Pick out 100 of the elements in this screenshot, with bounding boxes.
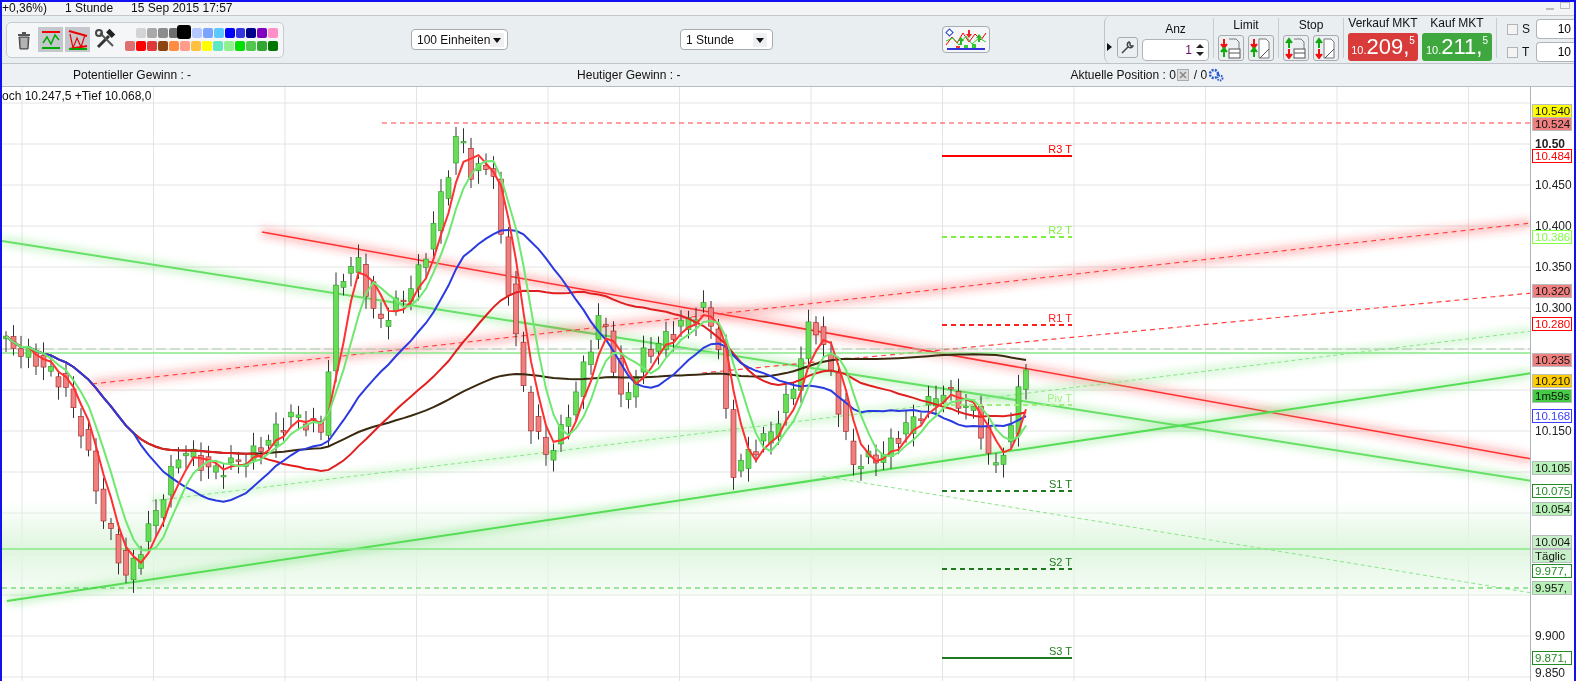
- price-tag: 9.957,: [1532, 581, 1572, 595]
- checkbox[interactable]: [1507, 23, 1518, 35]
- title-text: 15 Sep 2015 17:57: [131, 2, 233, 15]
- price-tag: 9.871,: [1532, 651, 1572, 665]
- dropdown[interactable]: 100 Einheiten: [411, 29, 508, 50]
- axis-label: 10.150: [1535, 425, 1572, 437]
- dropdown[interactable]: 1 Stunde: [680, 29, 773, 50]
- axis-label: 10.350: [1535, 261, 1572, 273]
- limit-order-icon: [1250, 37, 1272, 59]
- color-swatch[interactable]: [246, 40, 256, 51]
- dropdown-value: 100 Einheiten: [417, 32, 491, 47]
- daily-profit-text: Heutiger Gewinn : -: [577, 68, 681, 82]
- stop-button[interactable]: [1313, 35, 1339, 61]
- pivot-label: S3 T: [1048, 645, 1072, 657]
- color-swatch[interactable]: [192, 27, 202, 38]
- expand-arrow-icon[interactable]: [1107, 42, 1113, 52]
- limit-button[interactable]: [1248, 35, 1274, 61]
- price-tag: 10.054: [1532, 502, 1572, 516]
- color-swatch[interactable]: [136, 40, 146, 51]
- quantity-field[interactable]: 1: [1142, 39, 1209, 61]
- limit-order-icon: [1220, 37, 1242, 59]
- price-tag: 10.524: [1532, 117, 1572, 131]
- axis-label: 9.900: [1535, 630, 1566, 642]
- price-tag: 10.004: [1532, 535, 1572, 549]
- price-tag: 10.168: [1532, 409, 1572, 423]
- color-swatch[interactable]: [203, 27, 213, 38]
- color-swatch[interactable]: [224, 27, 235, 38]
- price-tag: 10.105: [1532, 461, 1572, 475]
- price-tag: 10.386: [1532, 230, 1572, 244]
- color-swatch[interactable]: [268, 40, 278, 51]
- input-field[interactable]: 10: [1536, 42, 1574, 62]
- color-swatch[interactable]: [125, 40, 135, 51]
- color-swatch[interactable]: [257, 40, 267, 51]
- color-swatch[interactable]: [157, 27, 168, 38]
- price-range-text: och 10.247,5 +Tief 10.068,0: [2, 89, 152, 103]
- price-tag: Täglic: [1532, 549, 1572, 563]
- limit-button[interactable]: [1218, 35, 1244, 61]
- stop-order-icon: [1285, 37, 1307, 59]
- pivot-label: Piv T: [1047, 392, 1072, 404]
- axis-label: 10.450: [1535, 179, 1572, 191]
- price-tag: 10.484: [1532, 149, 1572, 163]
- position-text: Aktuelle Position : 0: [1070, 68, 1176, 82]
- indicator-button[interactable]: [942, 26, 990, 53]
- price-tag: 9.977,: [1532, 564, 1572, 578]
- color-swatch[interactable]: [268, 27, 278, 38]
- color-swatch[interactable]: [146, 27, 157, 38]
- color-swatch[interactable]: [158, 40, 168, 51]
- color-swatch[interactable]: [147, 40, 157, 51]
- spinner-arrows-icon[interactable]: [1195, 42, 1205, 58]
- color-swatch[interactable]: [224, 40, 234, 51]
- stop-button[interactable]: [1283, 35, 1309, 61]
- maximize-icon[interactable]: [1560, 2, 1570, 9]
- wrench-icon: [1120, 40, 1135, 55]
- gears-icon[interactable]: [1208, 68, 1225, 82]
- quantity-value: 1: [1185, 43, 1192, 57]
- channel-icon: [66, 27, 89, 52]
- price-tag: 10.540: [1532, 104, 1572, 118]
- buy-market-label: Kauf MKT: [1430, 17, 1484, 30]
- price-tag: 10.235: [1532, 353, 1572, 367]
- axis-label: 10.50: [1535, 138, 1566, 150]
- pivot-label: S2 T: [1048, 556, 1072, 568]
- checkbox[interactable]: [1507, 46, 1518, 58]
- color-swatch[interactable]: [246, 27, 257, 38]
- price-tag: 10.075: [1532, 484, 1572, 498]
- price-tag: 10.210: [1532, 374, 1572, 388]
- color-swatch[interactable]: [202, 40, 212, 51]
- title-text: 1 Stunde: [65, 2, 114, 15]
- color-swatch[interactable]: [213, 40, 223, 51]
- stop-order-icon: [1315, 37, 1337, 59]
- color-swatch[interactable]: [257, 27, 268, 38]
- color-swatch[interactable]: [168, 27, 179, 38]
- sell-market-label: Verkauf MKT: [1348, 17, 1418, 30]
- color-swatch[interactable]: [169, 40, 179, 51]
- potential-profit-text: Potentieller Gewinn : -: [73, 68, 192, 82]
- color-swatch[interactable]: [235, 27, 246, 38]
- color-swatch[interactable]: [180, 40, 190, 51]
- price-tag: 10.320: [1532, 284, 1572, 298]
- pivot-label: R1 T: [1048, 312, 1072, 324]
- stop-label: Stop: [1298, 19, 1324, 32]
- title-text: +0,36%): [2, 2, 48, 15]
- color-swatch[interactable]: [191, 40, 201, 51]
- pivot-label: R3 T: [1048, 143, 1072, 155]
- axis-label: 10.400: [1535, 220, 1572, 232]
- color-swatch[interactable]: [136, 27, 146, 38]
- quantity-label: Anz: [1165, 23, 1186, 36]
- price-tag: 10.280: [1532, 317, 1572, 331]
- limit-label: Limit: [1233, 19, 1259, 32]
- checkbox-label: T: [1522, 45, 1531, 59]
- position-count-text: / 0: [1193, 68, 1208, 82]
- settings-button[interactable]: [1117, 37, 1138, 58]
- color-swatch[interactable]: [235, 40, 245, 51]
- color-swatch[interactable]: [177, 24, 192, 39]
- price-tag: 1m59s: [1532, 389, 1572, 403]
- close-icon[interactable]: [1176, 69, 1189, 81]
- dropdown-value: 1 Stunde: [686, 32, 735, 47]
- axis-label: 9.850: [1535, 667, 1566, 679]
- axis-label: 10.300: [1535, 302, 1572, 314]
- input-field[interactable]: 10: [1536, 19, 1574, 39]
- indicator-chart-icon: [944, 28, 988, 51]
- color-swatch[interactable]: [213, 27, 224, 38]
